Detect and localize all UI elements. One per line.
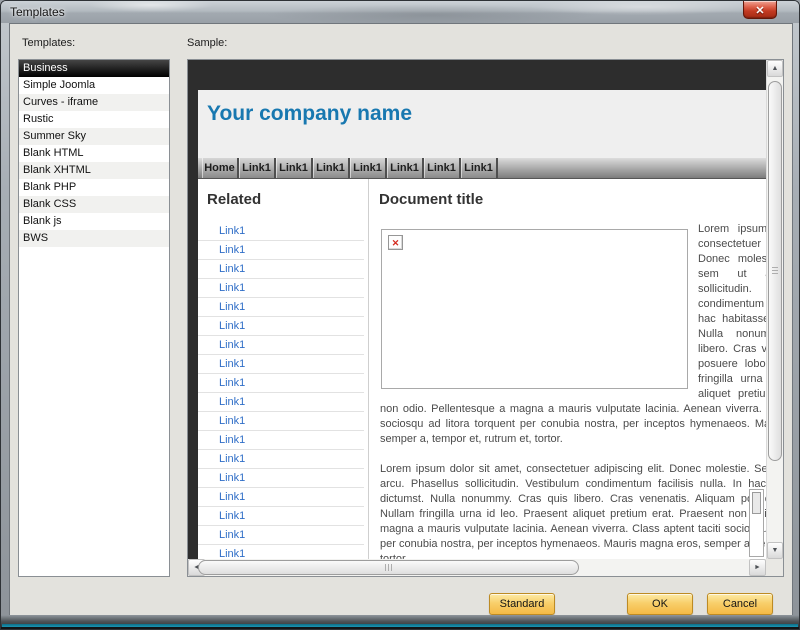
related-links: Link1 Link1 Link1 Link1 Link1 Link1 Link1 Link1… xyxy=(198,222,368,564)
template-list-item[interactable]: Blank CSS xyxy=(19,196,169,213)
related-link[interactable]: Link1 xyxy=(198,222,364,241)
document-content: ✕ Lorem ipsum dolor sit amet, consectetu… xyxy=(375,222,783,576)
preview-page: Your company name Home Link1 Link1 Link1 Lin… xyxy=(198,90,783,576)
inner-page-scrollbar[interactable] xyxy=(749,489,764,557)
related-link[interactable]: Link1 xyxy=(198,355,364,374)
scroll-right-button[interactable]: ► xyxy=(749,559,766,576)
nav-tab[interactable]: Home xyxy=(202,158,239,178)
nav-tab[interactable]: Link1 xyxy=(239,158,276,178)
templates-label: Templates: xyxy=(22,37,76,49)
nav-tab[interactable]: Link1 xyxy=(387,158,424,178)
related-link[interactable]: Link1 xyxy=(198,298,364,317)
related-link[interactable]: Link1 xyxy=(198,241,364,260)
templates-listbox[interactable]: Business Simple Joomla Curves - iframe Rust… xyxy=(18,59,170,577)
related-link[interactable]: Link1 xyxy=(198,336,364,355)
related-link[interactable]: Link1 xyxy=(198,279,364,298)
template-list-item[interactable]: Blank js xyxy=(19,213,169,230)
related-column: Related Link1 Link1 Link1 Link1 Link1 Link1 Li… xyxy=(198,179,369,576)
related-link[interactable]: Link1 xyxy=(198,393,364,412)
close-icon: ✕ xyxy=(755,5,765,17)
close-button[interactable]: ✕ xyxy=(743,1,777,19)
related-link[interactable]: Link1 xyxy=(198,526,364,545)
related-link[interactable]: Link1 xyxy=(198,412,364,431)
window-title: Templates xyxy=(10,5,65,19)
sample-preview-panel: Your company name Home Link1 Link1 Link1 Lin… xyxy=(187,59,784,577)
scroll-right-icon: ► xyxy=(754,564,761,571)
scroll-up-button[interactable]: ▲ xyxy=(767,60,783,77)
scroll-down-icon: ▼ xyxy=(771,547,779,554)
dialog-body: Templates: Sample: Business Simple Joomla… xyxy=(9,23,793,617)
preview-page-body: Related Link1 Link1 Link1 Link1 Link1 Link1 Li… xyxy=(198,179,783,576)
frame-edge xyxy=(1,627,799,629)
related-link[interactable]: Link1 xyxy=(198,260,364,279)
inner-scrollbar-thumb[interactable] xyxy=(752,492,761,514)
template-list-item[interactable]: BWS xyxy=(19,230,169,247)
titlebar[interactable]: Templates ✕ xyxy=(1,1,799,23)
standard-button[interactable]: Standard xyxy=(489,593,555,615)
nav-tab[interactable]: Link1 xyxy=(350,158,387,178)
related-link[interactable]: Link1 xyxy=(198,317,364,336)
nav-tab[interactable]: Link1 xyxy=(461,158,498,178)
related-link[interactable]: Link1 xyxy=(198,450,364,469)
template-list-item[interactable]: Summer Sky xyxy=(19,128,169,145)
nav-tab[interactable]: Link1 xyxy=(276,158,313,178)
document-title-heading: Document title xyxy=(379,191,484,208)
template-list-item[interactable]: Simple Joomla xyxy=(19,77,169,94)
preview-page-header: Your company name xyxy=(198,90,783,158)
ok-button[interactable]: OK xyxy=(627,593,693,615)
window-frame-bottom xyxy=(1,615,799,629)
template-list-item[interactable]: Blank HTML xyxy=(19,145,169,162)
image-placeholder: ✕ xyxy=(381,229,688,389)
document-column: Document title ✕ Lorem ipsum dolor sit a… xyxy=(369,179,783,576)
sample-label: Sample: xyxy=(187,37,228,49)
nav-tab[interactable]: Link1 xyxy=(313,158,350,178)
template-list-item[interactable]: Rustic xyxy=(19,111,169,128)
related-link[interactable]: Link1 xyxy=(198,431,364,450)
templates-dialog: Templates ✕ Templates: Sample: Business S… xyxy=(0,0,800,630)
vertical-scrollbar[interactable]: ▲ ▼ xyxy=(766,60,783,559)
template-list-item[interactable]: Blank XHTML xyxy=(19,162,169,179)
scroll-down-button[interactable]: ▼ xyxy=(767,542,783,559)
scroll-up-icon: ▲ xyxy=(771,65,779,72)
preview-navbar: Home Link1 Link1 Link1 Link1 Link1 Link1 Link1 xyxy=(198,158,783,179)
template-list-item[interactable]: Curves - iframe xyxy=(19,94,169,111)
broken-image-icon: ✕ xyxy=(388,235,403,250)
paragraph: Lorem ipsum dolor sit amet, consectetuer… xyxy=(380,463,783,565)
horizontal-scrollbar-thumb[interactable] xyxy=(198,560,579,575)
template-list-item[interactable]: Business xyxy=(19,60,169,77)
related-link[interactable]: Link1 xyxy=(198,488,364,507)
horizontal-scrollbar[interactable]: ◄ ► xyxy=(188,559,766,576)
vertical-scrollbar-thumb[interactable] xyxy=(768,81,782,461)
related-link[interactable]: Link1 xyxy=(198,469,364,488)
related-heading: Related xyxy=(207,191,262,208)
cancel-button[interactable]: Cancel xyxy=(707,593,773,615)
related-link[interactable]: Link1 xyxy=(198,507,364,526)
scrollbar-corner xyxy=(766,559,783,576)
company-name-heading: Your company name xyxy=(207,102,412,125)
template-list-item[interactable]: Blank PHP xyxy=(19,179,169,196)
nav-tab[interactable]: Link1 xyxy=(424,158,461,178)
related-link[interactable]: Link1 xyxy=(198,374,364,393)
